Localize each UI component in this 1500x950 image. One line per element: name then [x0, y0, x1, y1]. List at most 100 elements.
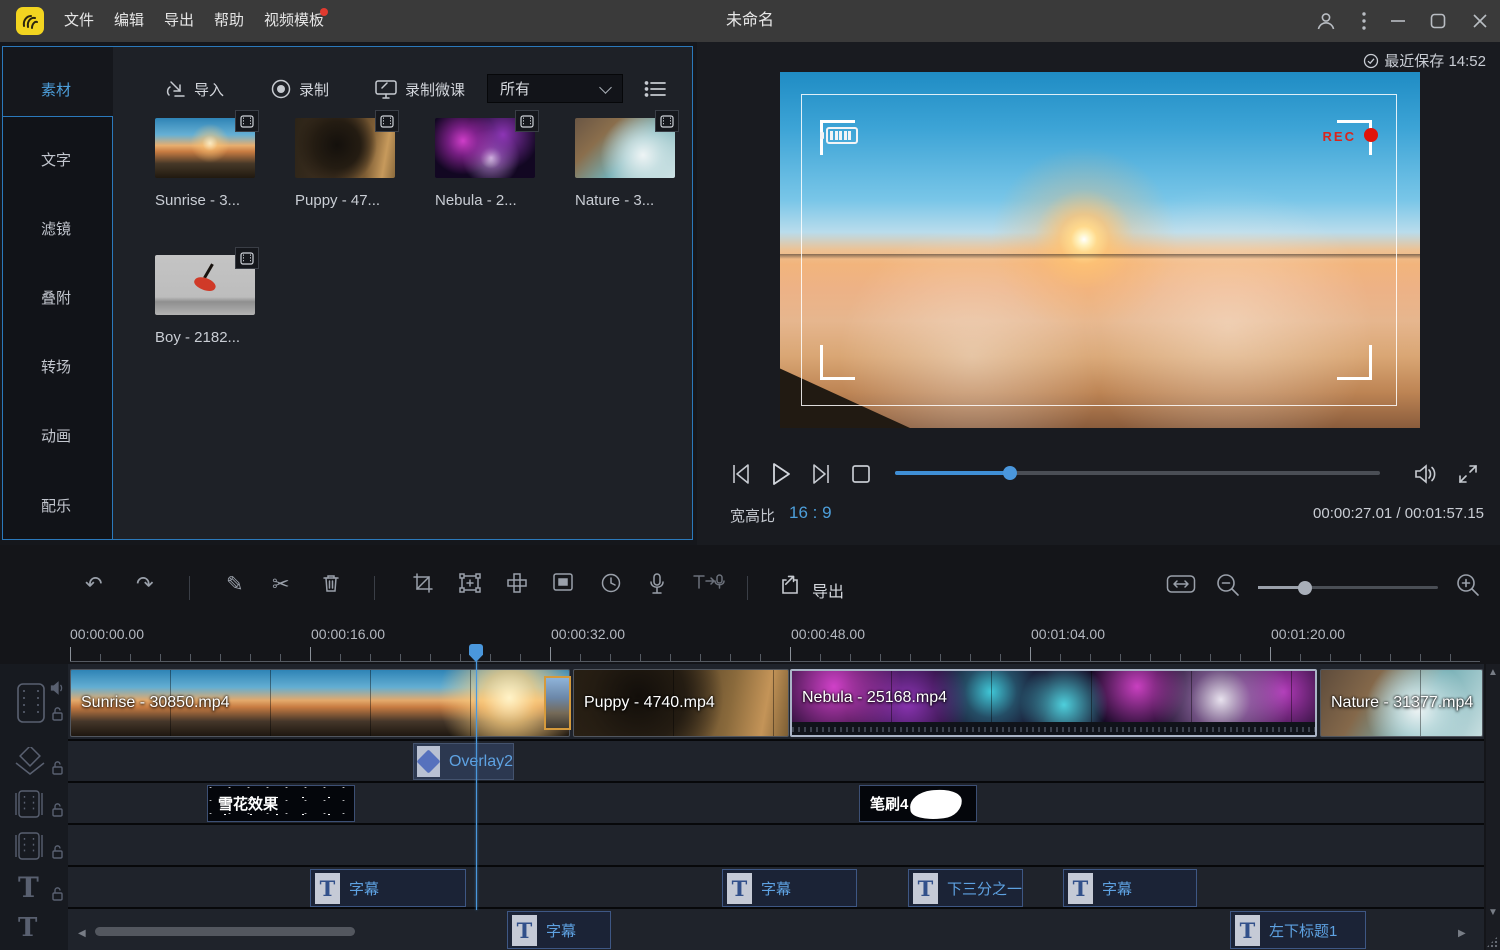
clip-label: 字幕 — [546, 920, 576, 941]
scroll-up-arrow[interactable]: ▲ — [1488, 668, 1498, 678]
effect-track-2 — [0, 825, 1484, 867]
tab-music[interactable]: 配乐 — [0, 495, 112, 516]
export-label[interactable]: 导出 — [812, 578, 844, 602]
zoom-out-button[interactable] — [1215, 572, 1241, 598]
clip-label: Overlay2 — [449, 753, 513, 771]
seek-handle[interactable] — [1003, 466, 1017, 480]
list-view-button[interactable] — [644, 79, 666, 99]
scroll-down-arrow[interactable]: ▼ — [1488, 908, 1498, 918]
fullscreen-button[interactable] — [1454, 458, 1482, 490]
timeline-clip-subtitle[interactable]: T 字幕 — [310, 869, 466, 907]
media-item-nebula[interactable] — [435, 118, 535, 178]
crop-button[interactable] — [412, 572, 434, 594]
edit-button[interactable]: ✎ — [226, 572, 244, 597]
fit-timeline-button[interactable] — [1166, 572, 1196, 596]
menu-export[interactable]: 导出 — [158, 0, 200, 42]
menu-help[interactable]: 帮助 — [208, 0, 250, 42]
track-lock-icon[interactable] — [51, 760, 64, 776]
tab-animations[interactable]: 动画 — [0, 425, 112, 446]
app-logo-icon[interactable] — [16, 7, 44, 35]
media-item-sunrise[interactable] — [155, 118, 255, 178]
ruler-label: 00:01:20.00 — [1271, 626, 1345, 642]
track-lock-icon[interactable] — [51, 802, 64, 818]
clip-label: 笔刷4 — [870, 793, 908, 814]
zoom-frame-button[interactable] — [458, 572, 482, 594]
timeline-clip-puppy[interactable]: Puppy - 4740.mp4 — [573, 669, 789, 737]
sidebar-divider — [112, 116, 113, 540]
maximize-button[interactable] — [1418, 0, 1458, 42]
timeline-clip-brush4[interactable]: 笔刷4 — [859, 785, 977, 822]
media-item-nature[interactable] — [575, 118, 675, 178]
scroll-right-arrow[interactable]: ▶ — [1458, 929, 1466, 939]
timeline-ruler[interactable] — [70, 647, 1480, 662]
track-lock-icon[interactable] — [51, 886, 64, 902]
record-button[interactable]: 录制 — [270, 74, 329, 104]
play-button[interactable] — [766, 458, 796, 490]
tab-overlays[interactable]: 叠附 — [0, 287, 112, 308]
timeline-clip-sunrise[interactable]: Sunrise - 30850.mp4 — [70, 669, 570, 737]
tab-text[interactable]: 文字 — [0, 149, 112, 170]
media-item-label: Sunrise - 3... — [155, 192, 275, 209]
timeline-zoom-slider[interactable] — [1258, 586, 1438, 589]
redo-button[interactable]: ↷ — [136, 572, 154, 597]
zoom-slider-handle[interactable] — [1298, 581, 1312, 595]
timeline-clip-nebula-selected[interactable]: Nebula - 25168.mp4 — [790, 669, 1317, 737]
timeline-clip-overlay2[interactable]: Overlay2 — [413, 743, 514, 780]
zoom-in-button[interactable] — [1455, 572, 1481, 598]
timeline-clip-lower-third[interactable]: T 下三分之一 — [908, 869, 1023, 907]
track-mute-icon[interactable] — [50, 681, 65, 695]
horizontal-scrollbar-thumb[interactable] — [95, 927, 355, 936]
transition-thumbnail[interactable] — [544, 676, 571, 730]
diamond-icon — [416, 749, 440, 773]
media-filter-dropdown[interactable]: 所有 — [487, 74, 623, 103]
video-preview[interactable]: REC — [780, 72, 1420, 428]
voiceover-button[interactable] — [648, 572, 666, 596]
aspect-ratio-value[interactable]: 16 : 9 — [789, 503, 832, 523]
text-clip-icon: T — [315, 873, 340, 904]
text-to-speech-button[interactable] — [692, 572, 726, 594]
timeline-clip-subtitle[interactable]: T 字幕 — [507, 911, 611, 949]
timeline-clip-bottom-left-title[interactable]: T 左下标题1 — [1230, 911, 1366, 949]
tab-transitions[interactable]: 转场 — [0, 356, 112, 377]
close-button[interactable] — [1460, 0, 1500, 42]
track-lock-icon[interactable] — [51, 706, 64, 722]
next-frame-button[interactable] — [806, 458, 834, 490]
delete-button[interactable] — [321, 572, 341, 594]
previous-frame-button[interactable] — [728, 458, 756, 490]
volume-button[interactable] — [1412, 458, 1440, 490]
tab-filters[interactable]: 滤镜 — [0, 218, 112, 239]
tab-media[interactable]: 素材 — [0, 79, 112, 100]
stop-button[interactable] — [848, 458, 874, 490]
media-item-boy[interactable] — [155, 255, 255, 315]
import-button[interactable]: 导入 — [165, 74, 224, 104]
app-window: 文件 编辑 导出 帮助 视频模板 未命名 素材 文字 滤镜 叠附 转场 动 — [0, 0, 1500, 950]
tab-divider — [3, 116, 113, 117]
mosaic-button[interactable] — [506, 572, 528, 594]
record-screen-button[interactable]: 录制微课 — [374, 74, 465, 104]
video-file-icon — [235, 247, 259, 269]
export-button[interactable] — [778, 572, 804, 598]
pip-button[interactable] — [552, 572, 574, 592]
playhead-line[interactable] — [476, 646, 477, 910]
track-lock-icon[interactable] — [51, 844, 64, 860]
duration-button[interactable] — [600, 572, 622, 594]
timeline-clip-subtitle[interactable]: T 字幕 — [1063, 869, 1197, 907]
effect-track-icon — [14, 789, 44, 819]
media-item-puppy[interactable] — [295, 118, 395, 178]
scroll-left-arrow[interactable]: ◀ — [78, 929, 86, 939]
menu-edit[interactable]: 编辑 — [108, 0, 150, 42]
account-button[interactable] — [1306, 0, 1346, 42]
minimize-button[interactable] — [1378, 0, 1418, 42]
seek-slider[interactable] — [895, 471, 1380, 475]
timeline-clip-subtitle[interactable]: T 字幕 — [722, 869, 857, 907]
media-item-label: Boy - 2182... — [155, 329, 275, 346]
text-clip-icon: T — [512, 915, 537, 946]
effect-track-icon — [14, 831, 44, 861]
ruler-label: 00:00:32.00 — [551, 626, 625, 642]
menu-file[interactable]: 文件 — [58, 0, 100, 42]
undo-button[interactable]: ↶ — [85, 572, 103, 597]
split-button[interactable]: ✂ — [272, 572, 290, 597]
timeline-clip-nature[interactable]: Nature - 31377.mp4 — [1320, 669, 1483, 737]
timeline-clip-snow-effect[interactable]: 雪花效果 — [207, 785, 355, 822]
menu-video-templates[interactable]: 视频模板 — [258, 0, 330, 42]
